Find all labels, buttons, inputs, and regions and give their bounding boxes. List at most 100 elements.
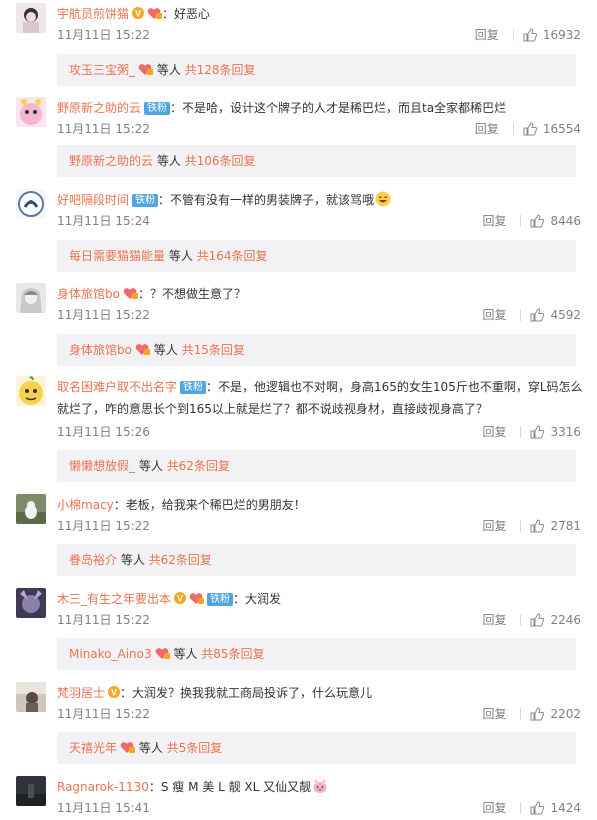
comment-actions: 回复 16932 [475, 25, 581, 45]
reply-username[interactable]: 每日需要猫猫能量 [69, 249, 165, 263]
reply-username[interactable]: Minako_Aino3 [69, 647, 152, 661]
reply-summary[interactable]: 攻玉三宝粥_ 等人 共128条回复 [57, 54, 576, 86]
thumb-up-icon[interactable] [530, 308, 545, 322]
reply-total[interactable]: 共5条回复 [167, 741, 223, 755]
reply-total[interactable]: 共164条回复 [197, 249, 268, 263]
reply-middle: 等人 [149, 343, 182, 357]
comment-text: ：好恶心 [162, 7, 211, 21]
reply-summary[interactable]: 每日需要猫猫能量 等人 共164条回复 [57, 240, 576, 272]
reply-total[interactable]: 共62条回复 [149, 553, 212, 567]
reply-button[interactable]: 回复 [482, 211, 506, 231]
comment-username[interactable]: 宇航员煎饼猫 [57, 7, 129, 21]
reply-button[interactable]: 回复 [482, 422, 506, 442]
thumb-up-icon[interactable] [530, 425, 545, 439]
reply-button[interactable]: 回复 [482, 610, 506, 630]
divider [520, 708, 522, 720]
thumb-up-icon[interactable] [530, 519, 545, 533]
like-count: 3316 [550, 425, 581, 439]
avatar[interactable] [16, 776, 46, 806]
comment-text: ：S 瘦 M 美 L 靓 XL 又仙又靓 [148, 780, 312, 794]
reply-middle: 等人 [135, 459, 167, 473]
reply-summary[interactable]: 身体旅馆bo 等人 共15条回复 [57, 334, 576, 366]
reply-total[interactable]: 共62条回复 [167, 459, 230, 473]
reply-summary[interactable]: 眷岛裕介 等人 共62条回复 [57, 544, 576, 576]
reply-username[interactable]: 攻玉三宝粥_ [69, 63, 135, 77]
reply-username[interactable]: 身体旅馆bo [69, 343, 132, 357]
reply-summary[interactable]: Minako_Aino3 等人 共85条回复 [57, 638, 576, 670]
comment-meta: 11月11日 15:22 回复 16554 [57, 119, 581, 139]
comment-actions: 回复 4592 [482, 305, 581, 325]
like-count: 8446 [550, 214, 581, 228]
comment-username[interactable]: 好吧隔段时间 [57, 193, 129, 207]
comment-time: 11月11日 15:22 [57, 122, 150, 136]
avatar[interactable] [16, 494, 46, 524]
avatar[interactable] [16, 189, 46, 219]
reply-summary[interactable]: 天禧光年 等人 共5条回复 [57, 732, 576, 764]
comment-meta: 11月11日 15:22 回复 16932 [57, 25, 581, 45]
comment-content: 梵羽居士 V ：大润发？换我我就工商局投诉了，什么玩意儿 [57, 682, 583, 704]
comment-text: ：大润发 [233, 592, 282, 606]
reply-button[interactable]: 回复 [475, 25, 499, 45]
avatar[interactable] [16, 376, 46, 406]
reply-username[interactable]: 野原新之助的云 [69, 154, 153, 168]
avatar[interactable] [16, 283, 46, 313]
reply-button[interactable]: 回复 [482, 798, 506, 818]
comment-username[interactable]: 取名困难户取不出名字 [57, 380, 177, 394]
reply-total[interactable]: 共128条回复 [185, 63, 256, 77]
avatar[interactable] [16, 588, 46, 618]
heart-badge-icon [147, 8, 163, 19]
comment-content: 身体旅馆bo ：？不想做生意了？ [57, 283, 583, 305]
comment-text: ：不是哈，设计这个牌子的人才是稀巴烂，而且ta全家都稀巴烂 [170, 101, 507, 115]
divider [512, 29, 514, 41]
heart-badge-icon [138, 64, 154, 75]
reply-username[interactable]: 眷岛裕介 [69, 553, 117, 567]
v-badge-icon: V [108, 686, 121, 698]
divider [520, 215, 522, 227]
reply-summary[interactable]: 野原新之助的云 等人 共106条回复 [57, 145, 576, 177]
reply-username[interactable]: 懒懒想放假_ [69, 459, 135, 473]
comment-text: ：？不想做生意了？ [137, 287, 246, 301]
comment-actions: 回复 16554 [475, 119, 581, 139]
like-count: 1424 [550, 801, 581, 815]
comment-time: 11月11日 15:26 [57, 425, 150, 439]
thumb-up-icon[interactable] [530, 707, 545, 721]
thumb-up-icon[interactable] [530, 801, 545, 815]
reply-total[interactable]: 共106条回复 [185, 154, 256, 168]
like-count: 16932 [542, 28, 581, 42]
v-badge-icon: V [132, 7, 145, 19]
comment-meta: 11月11日 15:22 回复 4592 [57, 305, 581, 325]
reply-button[interactable]: 回复 [482, 305, 506, 325]
reply-total[interactable]: 共15条回复 [182, 343, 245, 357]
like-count: 16554 [542, 122, 581, 136]
reply-middle: 等人 [135, 741, 167, 755]
thumb-up-icon[interactable] [523, 28, 537, 42]
divider [512, 123, 514, 135]
divider [520, 614, 522, 626]
comment-username[interactable]: 野原新之助的云 [57, 101, 141, 115]
comment-time: 11月11日 15:22 [57, 308, 150, 322]
avatar[interactable] [16, 97, 46, 127]
comment-username[interactable]: Ragnarok-1130 [57, 780, 149, 794]
thumb-up-icon[interactable] [523, 122, 537, 136]
reply-username[interactable]: 天禧光年 [69, 741, 117, 755]
comment-actions: 回复 1424 [482, 798, 581, 818]
comment-username[interactable]: 梵羽居士 [57, 686, 105, 700]
reply-total[interactable]: 共85条回复 [201, 647, 264, 661]
reply-summary[interactable]: 懒懒想放假_ 等人 共62条回复 [57, 450, 576, 482]
svg-text:V: V [111, 688, 117, 698]
comment-username[interactable]: 身体旅馆bo [57, 287, 120, 301]
comment-username[interactable]: 木三_有生之年要出本 [57, 592, 171, 606]
thumb-up-icon[interactable] [530, 214, 545, 228]
reply-middle: 等人 [117, 553, 149, 567]
avatar[interactable] [16, 3, 46, 33]
reply-button[interactable]: 回复 [475, 119, 499, 139]
heart-badge-icon [123, 288, 138, 299]
avatar[interactable] [16, 682, 46, 712]
thumb-up-icon[interactable] [530, 613, 545, 627]
reply-button[interactable]: 回复 [482, 704, 506, 724]
reply-middle: 等人 [169, 647, 202, 661]
reply-button[interactable]: 回复 [482, 516, 506, 536]
tiefen-badge: 铁粉 [144, 102, 171, 115]
comment-username[interactable]: 小棉macy [57, 498, 114, 512]
comment-meta: 11月11日 15:22 回复 2246 [57, 610, 581, 630]
